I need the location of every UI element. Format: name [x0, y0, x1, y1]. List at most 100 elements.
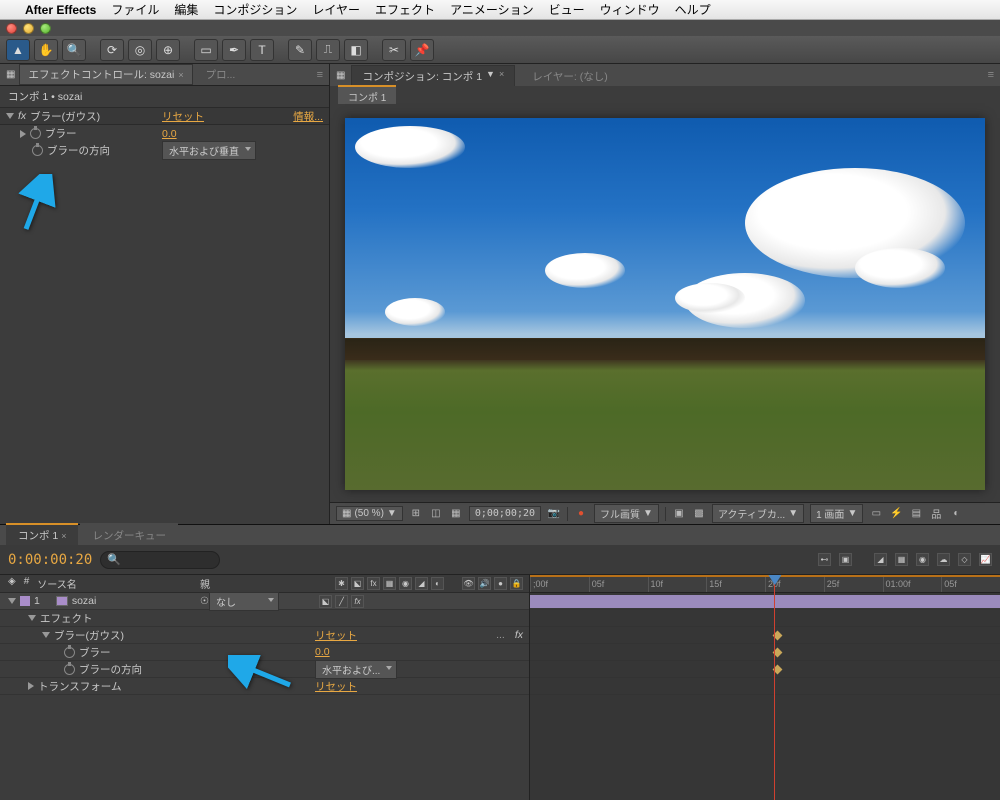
rotation-tool[interactable]: ⟳	[100, 39, 124, 61]
timeline-tracks[interactable]: ;00f 05f 10f 15f 20f 25f 01:00f 05f	[530, 575, 1000, 800]
visibility-icon[interactable]: 👁	[462, 577, 475, 590]
timeline-icon[interactable]: ▤	[909, 507, 923, 521]
transform-group-row[interactable]: トランスフォーム リセット	[0, 678, 529, 695]
tab-layer-viewer[interactable]: レイヤー: (なし)	[521, 65, 619, 86]
audio-icon[interactable]: 🔊	[478, 577, 491, 590]
reset-link[interactable]: リセット	[162, 109, 204, 124]
layer-row[interactable]: 1 sozai ☉ なし ⬕ ╱ fx	[0, 593, 529, 610]
brainstorm-icon[interactable]: ☁	[937, 553, 950, 566]
layer-fx-toggle[interactable]: fx	[351, 595, 364, 608]
roi-icon[interactable]: ▣	[672, 507, 686, 521]
grid-icon[interactable]: ▦	[449, 507, 463, 521]
quality-dropdown[interactable]: フル画質▼	[594, 504, 659, 523]
camera-tool[interactable]: ◎	[128, 39, 152, 61]
snapshot-icon[interactable]: 📷	[547, 507, 561, 521]
tab-project[interactable]: プロ...	[197, 64, 245, 85]
frame-blend-icon[interactable]: ▦	[895, 553, 908, 566]
menu-animation[interactable]: アニメーション	[450, 1, 534, 18]
stopwatch-icon[interactable]	[32, 145, 43, 156]
menu-view[interactable]: ビュー	[549, 1, 585, 18]
camera-dropdown[interactable]: アクティブカ...▼	[712, 504, 804, 523]
selection-tool[interactable]: ▲	[6, 39, 30, 61]
roto-tool[interactable]: ✂	[382, 39, 406, 61]
layer-fx-icon[interactable]: ╱	[335, 595, 348, 608]
switches-icon[interactable]: ⬕	[351, 577, 364, 590]
safe-zones-icon[interactable]: ◫	[429, 507, 443, 521]
tl-direction-dropdown[interactable]: 水平および...	[315, 660, 397, 679]
channel-icon[interactable]: ●	[574, 507, 588, 521]
viewer-subtab[interactable]: コンポ 1	[338, 85, 396, 106]
clone-tool[interactable]: ⎍	[316, 39, 340, 61]
menu-file[interactable]: ファイル	[111, 1, 159, 18]
views-dropdown[interactable]: 1 画面▼	[810, 504, 863, 523]
pan-behind-tool[interactable]: ⊕	[156, 39, 180, 61]
flowchart-icon[interactable]: 品	[929, 507, 943, 521]
playhead[interactable]	[774, 575, 775, 800]
tab-timeline-comp[interactable]: コンポ 1 ×	[6, 523, 78, 545]
pixel-aspect-icon[interactable]: ▭	[869, 507, 883, 521]
switches-icon[interactable]: ✱	[335, 577, 348, 590]
blur-group-row[interactable]: ブラー(ガウス) リセット...fx	[0, 627, 529, 644]
zoom-dropdown[interactable]: ▦(50 %)▼	[336, 506, 403, 521]
switches-icon[interactable]: ▦	[383, 577, 396, 590]
param-direction-dropdown[interactable]: 水平および垂直	[162, 141, 256, 160]
graph-editor-icon[interactable]: 📈	[979, 553, 992, 566]
switches-icon[interactable]: ◢	[415, 577, 428, 590]
resolution-icon[interactable]: ⊞	[409, 507, 423, 521]
puppet-tool[interactable]: 📌	[410, 39, 434, 61]
stopwatch-icon[interactable]	[30, 128, 41, 139]
app-name[interactable]: After Effects	[25, 3, 96, 17]
motion-blur-icon[interactable]: ◉	[916, 553, 929, 566]
av-features-icon[interactable]: ◈	[8, 576, 16, 591]
tab-render-queue[interactable]: レンダーキュー	[80, 523, 178, 545]
timeline-timecode[interactable]: 0:00:00:20	[8, 552, 92, 568]
col-source-name[interactable]: ソース名	[37, 576, 77, 591]
tl-param-blur-value[interactable]: 0.0	[315, 646, 330, 658]
timeline-param-direction-row[interactable]: ブラーの方向 水平および...	[0, 661, 529, 678]
menu-window[interactable]: ウィンドウ	[600, 1, 660, 18]
exposure-icon[interactable]: ◐	[949, 507, 963, 521]
menu-help[interactable]: ヘルプ	[675, 1, 711, 18]
pen-tool[interactable]: ✒	[222, 39, 246, 61]
timeline-search[interactable]: 🔍	[100, 551, 220, 569]
menu-effect[interactable]: エフェクト	[375, 1, 435, 18]
parent-dropdown[interactable]: なし	[209, 592, 279, 611]
info-link[interactable]: 情報...	[293, 109, 323, 124]
zoom-window-button[interactable]	[40, 23, 51, 34]
brush-tool[interactable]: ✎	[288, 39, 312, 61]
effect-header-row[interactable]: fx ブラー(ガウス) リセット 情報...	[0, 108, 329, 125]
close-window-button[interactable]	[6, 23, 17, 34]
reset-link[interactable]: リセット	[315, 679, 357, 694]
zoom-tool[interactable]: 🔍	[62, 39, 86, 61]
viewer-canvas[interactable]	[330, 104, 1000, 502]
reset-link[interactable]: リセット	[315, 628, 357, 643]
comp-mini-flowchart-icon[interactable]: ⊷	[818, 553, 831, 566]
param-blur-value[interactable]: 0.0	[162, 128, 177, 140]
close-icon[interactable]: ×	[178, 70, 183, 80]
transparency-icon[interactable]: ▩	[692, 507, 706, 521]
effects-group-row[interactable]: エフェクト	[0, 610, 529, 627]
stopwatch-icon[interactable]	[64, 664, 75, 675]
fast-preview-icon[interactable]: ⚡	[889, 507, 903, 521]
rectangle-tool[interactable]: ▭	[194, 39, 218, 61]
close-icon[interactable]: ×	[499, 69, 504, 84]
timeline-param-blur-row[interactable]: ブラー 0.0	[0, 644, 529, 661]
auto-keyframe-icon[interactable]: ◇	[958, 553, 971, 566]
panel-menu-icon[interactable]: ≡	[317, 69, 323, 81]
col-parent[interactable]: 親	[200, 576, 310, 591]
hand-tool[interactable]: ✋	[34, 39, 58, 61]
switches-icon[interactable]: ◉	[399, 577, 412, 590]
lock-icon[interactable]: 🔒	[510, 577, 523, 590]
timeline-ruler[interactable]: ;00f 05f 10f 15f 20f 25f 01:00f 05f	[530, 575, 1000, 593]
menu-edit[interactable]: 編集	[174, 1, 198, 18]
menu-layer[interactable]: レイヤー	[312, 1, 360, 18]
minimize-window-button[interactable]	[23, 23, 34, 34]
tab-composition-viewer[interactable]: コンポジション: コンポ 1 ▼ ×	[351, 65, 515, 86]
panel-menu-icon[interactable]: ≡	[988, 69, 994, 81]
menu-composition[interactable]: コンポジション	[213, 1, 297, 18]
tab-effect-controls[interactable]: エフェクトコントロール: sozai ×	[19, 64, 192, 85]
switches-icon[interactable]: ◐	[431, 577, 444, 590]
layer-bar[interactable]	[530, 595, 1000, 608]
shy-icon[interactable]: ◢	[874, 553, 887, 566]
type-tool[interactable]: T	[250, 39, 274, 61]
